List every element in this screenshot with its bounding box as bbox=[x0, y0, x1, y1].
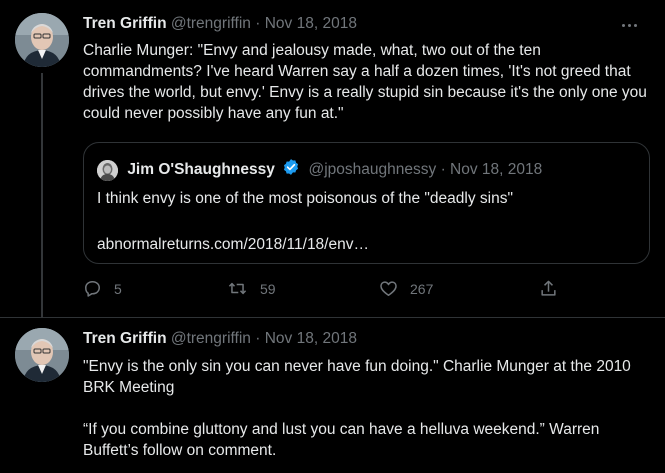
like-count: 267 bbox=[410, 280, 434, 297]
quoted-tweet-date: Nov 18, 2018 bbox=[450, 161, 543, 178]
tweet-date[interactable]: Nov 18, 2018 bbox=[265, 15, 357, 32]
reply-icon bbox=[83, 279, 102, 298]
retweet-button[interactable]: 59 bbox=[227, 279, 276, 298]
author-name[interactable]: Tren Griffin bbox=[83, 330, 167, 347]
share-icon bbox=[539, 279, 558, 298]
quoted-tweet[interactable]: Jim O'Shaughnessy @jposhaughnessy · Nov … bbox=[83, 142, 650, 264]
tweet-text: Charlie Munger: "Envy and jealousy made,… bbox=[83, 42, 647, 122]
author-name[interactable]: Tren Griffin bbox=[83, 15, 167, 32]
author-handle[interactable]: @trengriffin bbox=[171, 15, 251, 32]
tweet[interactable]: Tren Griffin @trengriffin · Nov 18, 2018… bbox=[0, 0, 665, 318]
quoted-avatar bbox=[97, 159, 118, 181]
separator: · bbox=[440, 161, 446, 178]
tweet-header: Tren Griffin @trengriffin · Nov 18, 2018 bbox=[83, 329, 357, 349]
separator: · bbox=[255, 15, 261, 32]
quoted-tweet-header: Jim O'Shaughnessy @jposhaughnessy · Nov … bbox=[97, 158, 542, 182]
avatar[interactable] bbox=[15, 328, 69, 382]
reply-count: 5 bbox=[114, 280, 122, 297]
quoted-author-name: Jim O'Shaughnessy bbox=[127, 161, 275, 178]
thread-connector bbox=[41, 73, 43, 318]
more-horizontal-icon[interactable] bbox=[619, 15, 639, 35]
tweet-text-paragraph: “If you combine gluttony and lust you ca… bbox=[83, 421, 600, 459]
tweet-text: "Envy is the only sin you can never have… bbox=[83, 356, 653, 461]
tweet-date[interactable]: Nov 18, 2018 bbox=[265, 330, 357, 347]
share-button[interactable] bbox=[539, 279, 558, 298]
verified-badge-icon bbox=[282, 158, 300, 182]
retweet-count: 59 bbox=[260, 280, 276, 297]
avatar[interactable] bbox=[15, 13, 69, 67]
retweet-icon bbox=[227, 279, 248, 298]
like-button[interactable]: 267 bbox=[379, 279, 433, 298]
author-handle[interactable]: @trengriffin bbox=[171, 330, 251, 347]
quoted-tweet-link[interactable]: abnormalreturns.com/2018/11/18/env… bbox=[97, 234, 369, 255]
tweet-actions: 5 59 267 bbox=[83, 279, 563, 303]
tweet-header: Tren Griffin @trengriffin · Nov 18, 2018 bbox=[83, 14, 357, 34]
separator: · bbox=[255, 330, 261, 347]
tweet-text-paragraph: "Envy is the only sin you can never have… bbox=[83, 358, 631, 396]
tweet[interactable]: Tren Griffin @trengriffin · Nov 18, 2018… bbox=[0, 318, 665, 473]
quoted-author-handle: @jposhaughnessy bbox=[308, 161, 437, 178]
quoted-tweet-text: I think envy is one of the most poisonou… bbox=[97, 190, 513, 207]
reply-button[interactable]: 5 bbox=[83, 279, 122, 298]
heart-icon bbox=[379, 279, 398, 298]
